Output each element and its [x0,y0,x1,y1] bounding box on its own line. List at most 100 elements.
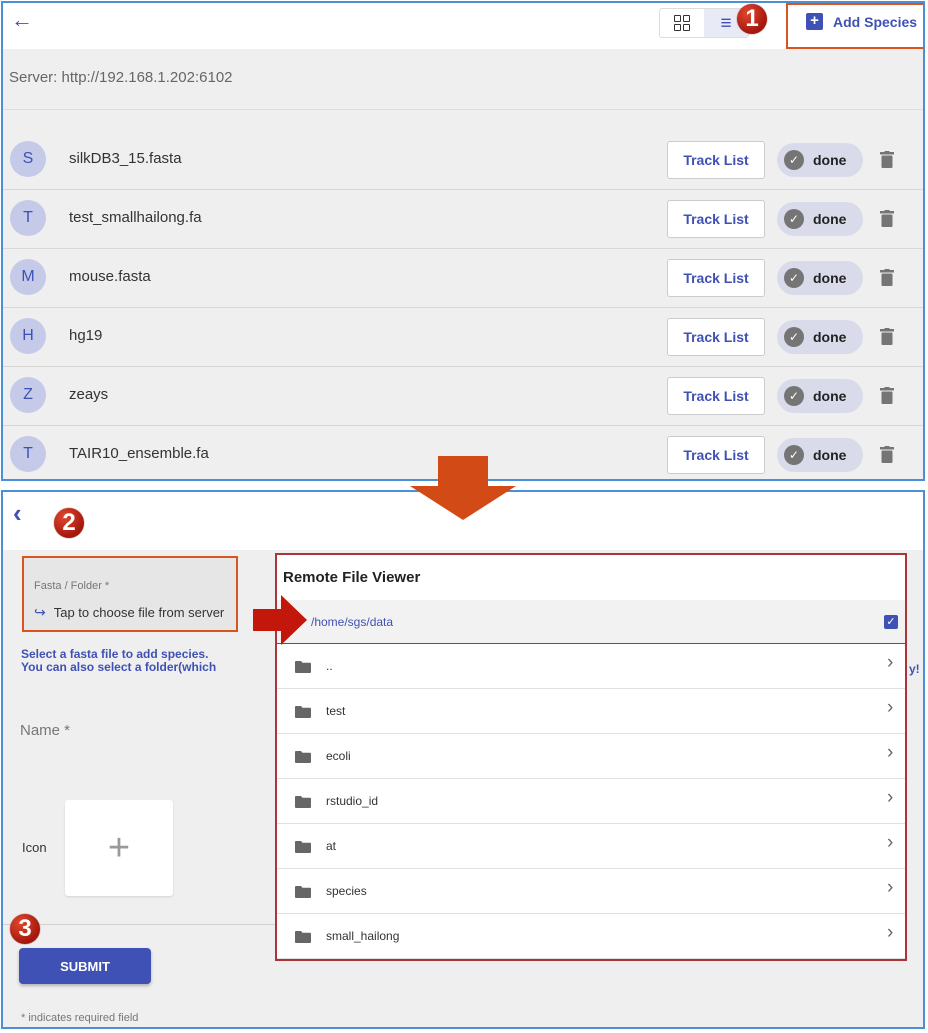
chevron-left-icon[interactable]: ‹ [13,500,22,526]
check-circle-icon: ✓ [784,268,804,288]
status-label: done [813,447,847,463]
status-chip: ✓ done [777,202,863,236]
folder-row[interactable]: small_hailong › [277,914,905,959]
track-list-button[interactable]: Track List [667,141,765,179]
chevron-right-icon: › [887,922,894,943]
remote-file-viewer: Remote File Viewer /home/sgs/data ✓ .. › t… [275,553,907,961]
folder-row[interactable]: .. › [277,644,905,689]
required-note: * indicates required field [21,1012,139,1024]
fasta-folder-field[interactable]: Fasta / Folder * ↪ Tap to choose file fr… [22,556,238,632]
divider [3,109,923,110]
pointer-arrow-icon [253,595,307,645]
folder-row[interactable]: species › [277,869,905,914]
select-folder-checkbox[interactable]: ✓ [884,615,898,629]
name-field[interactable]: Name * [20,722,70,739]
folder-icon [295,751,311,763]
step-1-badge: 1 [737,4,767,34]
chevron-right-icon: › [887,652,894,673]
trash-icon[interactable] [880,151,894,168]
track-list-button[interactable]: Track List [667,259,765,297]
species-name: zeays [69,386,109,403]
status-chip: ✓ done [777,438,863,472]
fasta-placeholder: Tap to choose file from server [53,605,225,620]
divider [3,924,275,925]
status-label: done [813,270,847,286]
species-name: mouse.fasta [69,268,151,285]
check-circle-icon: ✓ [784,386,804,406]
file-list: .. › test › ecoli › rstudio_id › at › species › smal… [277,644,905,959]
check-circle-icon: ✓ [784,445,804,465]
add-species-highlight: + Add Species [786,3,923,49]
add-species-screen: ‹ Fasta / Folder * ↪ Tap to choose file … [1,490,925,1029]
folder-row[interactable]: ecoli › [277,734,905,779]
check-circle-icon: ✓ [784,327,804,347]
check-circle-icon: ✓ [784,209,804,229]
trash-icon[interactable] [880,269,894,286]
folder-row[interactable]: at › [277,824,905,869]
species-avatar: T [10,200,46,236]
status-label: done [813,388,847,404]
current-path: /home/sgs/data [311,615,394,629]
trash-icon[interactable] [880,210,894,227]
folder-row[interactable]: rstudio_id › [277,779,905,824]
page: ← ≡ + Add Species Server: http://192.168… [0,0,928,1033]
trash-icon[interactable] [880,328,894,345]
species-row[interactable]: Mmouse.fasta Track List ✓ done [3,249,923,308]
grid-view-icon [674,15,690,31]
back-arrow-icon[interactable]: ← [11,9,33,31]
folder-icon [295,841,311,853]
species-list-screen: ← ≡ + Add Species Server: http://192.168… [1,1,925,481]
add-species-button[interactable]: + Add Species [806,13,917,30]
folder-name: ecoli [326,749,351,763]
species-name: hg19 [69,327,103,344]
species-avatar: Z [10,377,46,413]
species-row[interactable]: Zzeays Track List ✓ done [3,367,923,426]
status-label: done [813,152,847,168]
status-chip: ✓ done [777,261,863,295]
track-list-button[interactable]: Track List [667,318,765,356]
list-view-icon: ≡ [720,12,732,34]
grid-view-button[interactable] [660,9,704,37]
add-icon-button[interactable]: + [65,800,173,896]
step-2-badge: 2 [54,508,84,538]
hint-line-2: You can also select a folder(which [21,660,217,674]
path-bar: /home/sgs/data ✓ [277,600,905,644]
folder-icon [295,931,311,943]
folder-name: small_hailong [326,929,400,943]
species-row[interactable]: Hhg19 Track List ✓ done [3,308,923,367]
top-bar: ← ≡ + Add Species [3,3,923,49]
species-avatar: S [10,141,46,177]
track-list-button[interactable]: Track List [667,377,765,415]
species-row[interactable]: Ttest_smallhailong.fa Track List ✓ done [3,190,923,249]
server-file-icon: ↪ [34,604,46,620]
track-list-button[interactable]: Track List [667,436,765,474]
fasta-field-label: Fasta / Folder * [34,580,110,592]
submit-button[interactable]: SUBMIT [19,948,151,984]
folder-icon [295,706,311,718]
species-name: TAIR10_ensemble.fa [69,445,209,462]
species-list: SsilkDB3_15.fasta Track List ✓ done Ttest_sm… [3,131,923,479]
trash-icon[interactable] [880,387,894,404]
status-label: done [813,329,847,345]
add-species-label: Add Species [833,13,918,30]
folder-icon [295,886,311,898]
folder-row[interactable]: test › [277,689,905,734]
server-address: Server: http://192.168.1.202:6102 [9,69,233,86]
status-chip: ✓ done [777,320,863,354]
trash-icon[interactable] [880,446,894,463]
track-list-button[interactable]: Track List [667,200,765,238]
status-label: done [813,211,847,227]
species-avatar: M [10,259,46,295]
icon-label: Icon [22,840,47,855]
folder-name: species [326,884,367,898]
species-avatar: H [10,318,46,354]
view-toggle: ≡ [659,8,749,38]
folder-icon [295,661,311,673]
species-name: test_smallhailong.fa [69,209,202,226]
chevron-right-icon: › [887,697,894,718]
folder-icon [295,796,311,808]
fasta-field-value: ↪ Tap to choose file from server [34,604,224,621]
folder-name: rstudio_id [326,794,379,808]
species-row[interactable]: SsilkDB3_15.fasta Track List ✓ done [3,131,923,190]
species-avatar: T [10,436,46,472]
